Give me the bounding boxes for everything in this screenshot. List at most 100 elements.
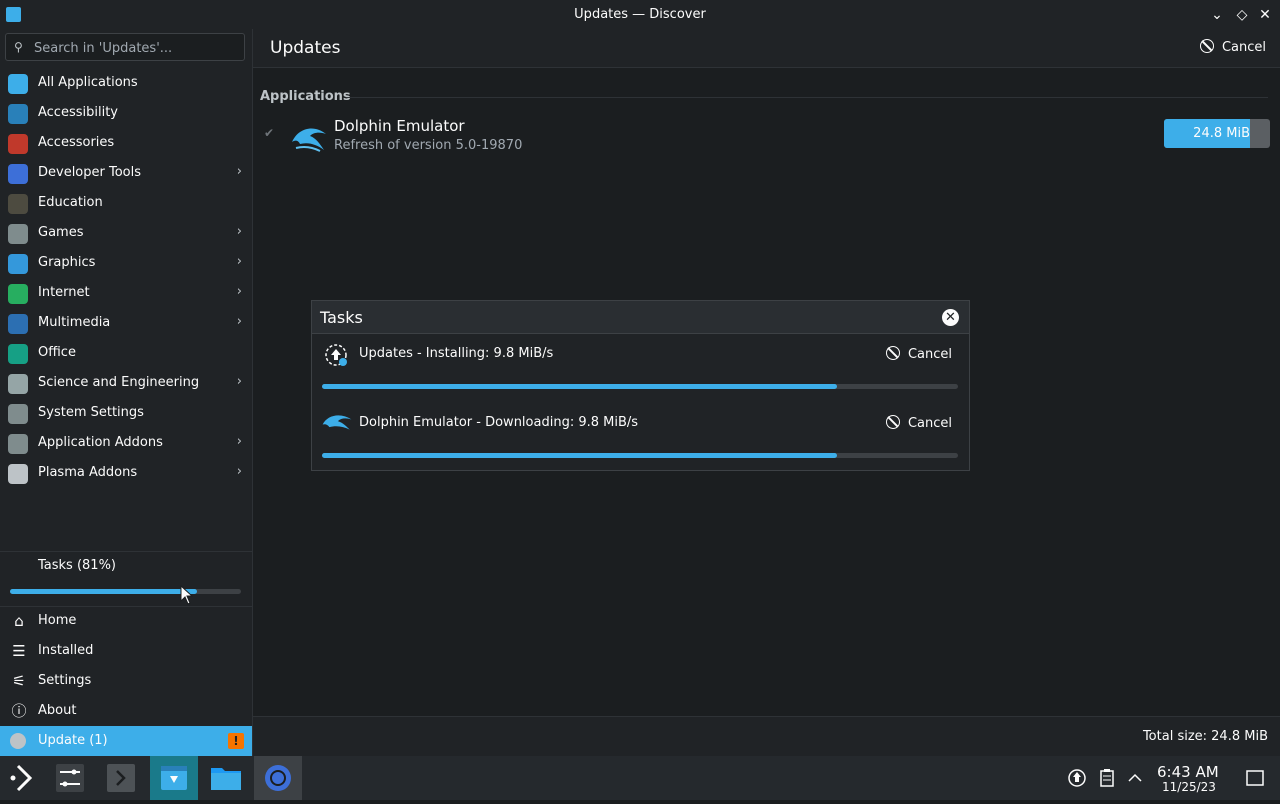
sliders-icon [56, 764, 84, 792]
update-checkbox[interactable]: ✔ [264, 126, 274, 140]
launcher-icon [10, 764, 33, 792]
sidebar-item-internet[interactable]: Internet › [0, 278, 252, 308]
desktop-icon [1246, 770, 1264, 786]
sidebar-tasks-label[interactable]: Tasks (81%) [38, 558, 116, 573]
sidebar-item-games[interactable]: Games › [0, 218, 252, 248]
search-input[interactable] [32, 38, 241, 58]
clipboard-tray-icon[interactable] [1094, 756, 1120, 800]
konsole-taskbar-button[interactable] [99, 756, 143, 800]
section-divider [346, 97, 1268, 98]
search-field[interactable]: ⚲ [5, 33, 245, 61]
sidebar-item-label: Graphics [38, 255, 96, 270]
folder-icon [211, 768, 241, 790]
update-size-label: 24.8 MiB [1193, 126, 1250, 141]
sidebar-item-settings[interactable]: ⚟ Settings [0, 666, 252, 696]
sidebar-item-label: Accessibility [38, 105, 118, 120]
search-icon: ⚲ [14, 40, 23, 54]
sidebar-item-label: Education [38, 195, 103, 210]
task-cancel-button[interactable]: Cancel [885, 346, 952, 362]
discover-icon [161, 766, 187, 790]
chevron-up-icon [1128, 773, 1142, 782]
close-window-button[interactable]: ✕ [1255, 5, 1275, 25]
sidebar-item-plasma-addons[interactable]: Plasma Addons › [0, 458, 252, 488]
cancel-icon [1199, 39, 1214, 53]
sidebar-item-science-and-engineering[interactable]: Science and Engineering › [0, 368, 252, 398]
cancel-label: Cancel [907, 347, 952, 362]
chevron-right-icon: › [236, 164, 242, 179]
cancel-label: Cancel [907, 416, 952, 431]
settings-icon [8, 404, 28, 424]
maximize-button[interactable]: ◇ [1232, 5, 1252, 25]
chevron-right-icon: › [236, 374, 242, 389]
sidebar-item-label: Developer Tools [38, 165, 142, 180]
toolbox-icon [8, 134, 28, 154]
cancel-label: Cancel [1221, 40, 1266, 55]
monitor-icon [8, 314, 28, 334]
sidebar-item-developer-tools[interactable]: Developer Tools › [0, 158, 252, 188]
sidebar-item-label: All Applications [38, 75, 138, 90]
sidebar-item-application-addons[interactable]: Application Addons › [0, 428, 252, 458]
sidebar-item-multimedia[interactable]: Multimedia › [0, 308, 252, 338]
sidebar-item-update[interactable]: Update (1) ! [0, 726, 252, 756]
update-app-detail: Refresh of version 5.0-19870 [334, 138, 523, 153]
warning-badge-icon: ! [228, 733, 244, 749]
sidebar-item-label: Office [38, 345, 76, 360]
sidebar-item-label: Update (1) [38, 733, 108, 748]
home-icon: ⌂ [14, 612, 24, 630]
terminal-icon [107, 764, 135, 792]
sidebar-item-label: Installed [38, 643, 94, 658]
close-tasks-button[interactable]: ✕ [942, 309, 959, 326]
sidebar-item-system-settings[interactable]: System Settings [0, 398, 252, 428]
sidebar-item-home[interactable]: ⌂ Home [0, 606, 252, 636]
dolphin-file-manager-taskbar-button[interactable] [204, 756, 248, 800]
page-title: Updates [270, 38, 341, 58]
task-row: Dolphin Emulator - Downloading: 9.8 MiB/… [312, 403, 969, 463]
clock-date[interactable]: 11/25/23 [1162, 780, 1216, 794]
cancel-button[interactable]: Cancel [1199, 39, 1266, 55]
sidebar-item-label: Plasma Addons [38, 465, 138, 480]
chromium-icon [265, 765, 291, 791]
browser-taskbar-button[interactable] [254, 756, 302, 800]
sidebar-item-accessories[interactable]: Accessories [0, 128, 252, 158]
task-cancel-button[interactable]: Cancel [885, 415, 952, 431]
system-settings-taskbar-button[interactable] [48, 756, 92, 800]
window-title: Updates — Discover [574, 7, 706, 22]
minimize-button[interactable]: ⌄ [1207, 5, 1227, 25]
office-icon [8, 344, 28, 364]
chevron-right-icon: › [236, 464, 242, 479]
sidebar: ⚲ All Applications Accessibility Accessori… [0, 29, 253, 756]
sidebar-item-all-applications[interactable]: All Applications [0, 68, 252, 98]
science-icon [8, 374, 28, 394]
sidebar-item-education[interactable]: Education [0, 188, 252, 218]
sidebar-item-label: Internet [38, 285, 90, 300]
update-app-name: Dolphin Emulator [334, 117, 465, 135]
sidebar-item-label: Application Addons [38, 435, 163, 450]
addons-icon [8, 434, 28, 454]
application-launcher-button[interactable] [0, 756, 44, 800]
sidebar-item-graphics[interactable]: Graphics › [0, 248, 252, 278]
dolphin-icon [320, 411, 354, 437]
sidebar-item-office[interactable]: Office [0, 338, 252, 368]
sidebar-item-label: Accessories [38, 135, 115, 150]
total-size-label: Total size: 24.8 MiB [1142, 729, 1268, 744]
task-progress-fill [322, 453, 838, 458]
plasma-icon [8, 464, 28, 484]
window-titlebar: Updates — Discover ⌄ ◇ ✕ [0, 0, 1280, 29]
sidebar-item-installed[interactable]: ☰ Installed [0, 636, 252, 666]
tasks-dialog-header: Tasks ✕ [312, 301, 969, 334]
sidebar-item-label: Settings [38, 673, 92, 688]
task-label: Dolphin Emulator - Downloading: 9.8 MiB/… [359, 415, 639, 430]
taskbar: 6:43 AM 11/25/23 [0, 756, 1280, 800]
task-progress [322, 453, 958, 458]
sidebar-tasks-progress-fill [10, 589, 198, 594]
settings-sliders-icon: ⚟ [12, 672, 26, 690]
updates-tray-icon[interactable] [1064, 756, 1090, 800]
sidebar-item-accessibility[interactable]: Accessibility [0, 98, 252, 128]
page-footer: Total size: 24.8 MiB [253, 716, 1280, 757]
discover-taskbar-button[interactable] [150, 756, 198, 800]
show-desktop-button[interactable] [1240, 756, 1270, 800]
show-hidden-icons-button[interactable] [1122, 756, 1148, 800]
sidebar-item-about[interactable]: ⓘ About [0, 696, 252, 726]
updates-icon [324, 343, 348, 371]
clock-time[interactable]: 6:43 AM [1157, 763, 1219, 781]
